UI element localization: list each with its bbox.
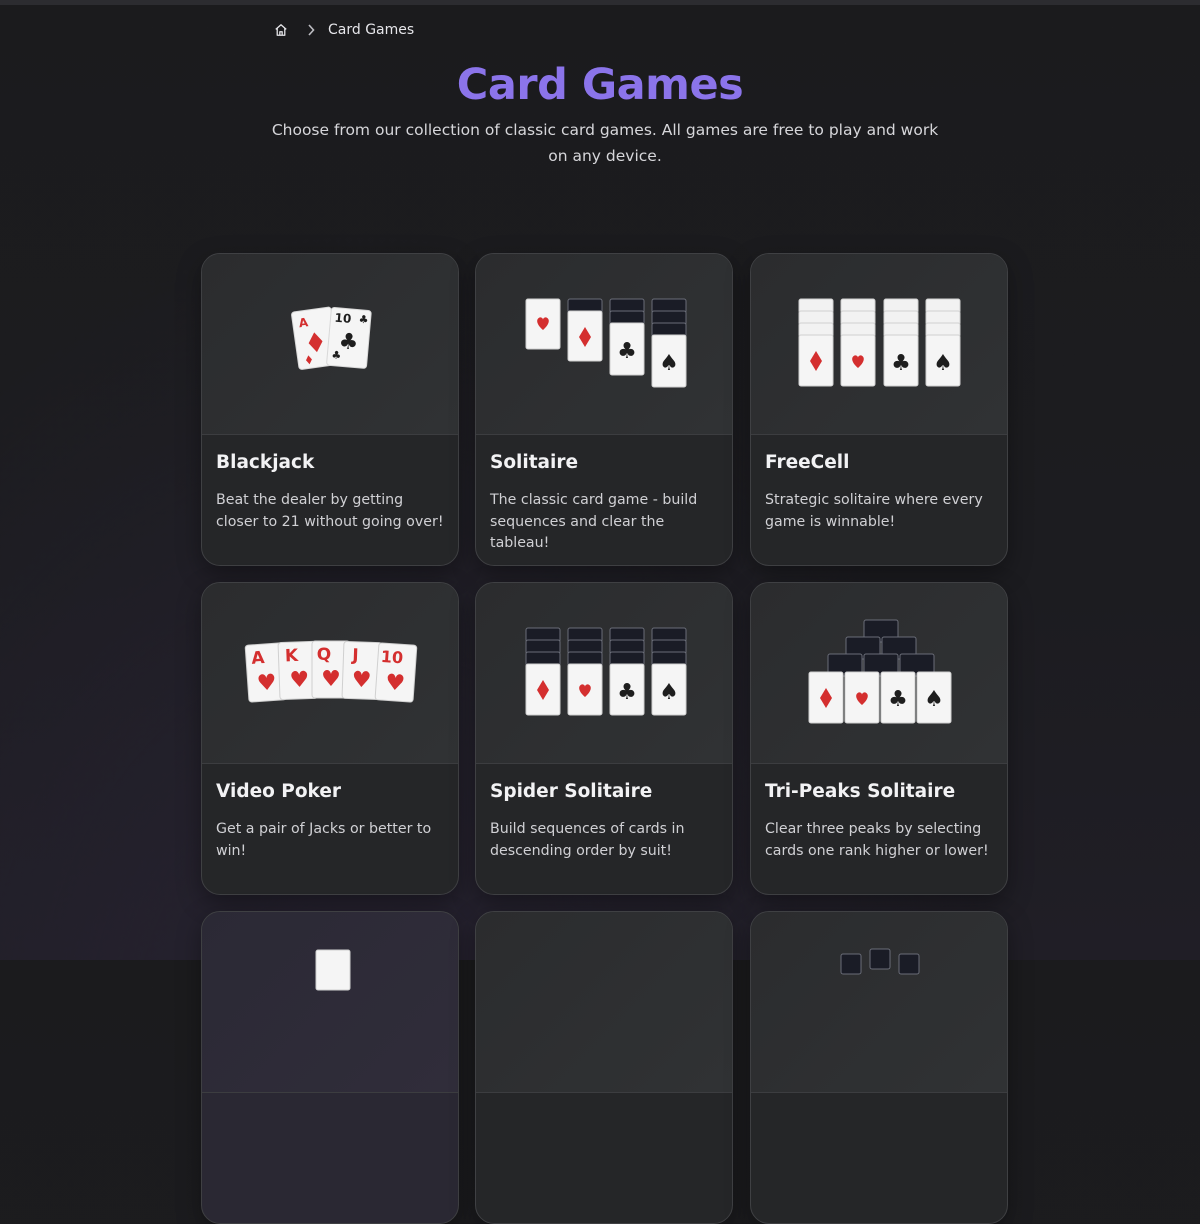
svg-text:♥: ♥ (289, 668, 310, 694)
card-rank-label: 10 (334, 311, 352, 326)
game-card-image (476, 912, 732, 1093)
card-stack-icon (315, 949, 351, 991)
game-card-description: The classic card game - build sequences … (490, 492, 698, 551)
breadcrumb-current: Card Games (328, 22, 415, 38)
tripeaks-pyramid-icon: ♣ ♠ (808, 619, 952, 724)
game-card-image: A ♥ K ♥ Q ♥ J ♥ 10 ♥ (202, 583, 458, 764)
top-bar (0, 0, 1200, 5)
poker-royal-flush-icon: A ♥ K ♥ Q ♥ J ♥ 10 ♥ (244, 640, 418, 703)
game-card-image: ♣ ♠ (751, 583, 1007, 764)
game-card-title: Spider Solitaire (490, 781, 653, 802)
svg-text:♠: ♠ (924, 687, 944, 712)
game-card-freecell[interactable]: ♣ ♠ FreeCell Strategic solitaire where e… (750, 253, 1008, 566)
svg-text:♥: ♥ (256, 670, 277, 696)
svg-text:♣: ♣ (358, 313, 369, 327)
game-card-image: ♣ ♠ (476, 254, 732, 435)
svg-text:♣: ♣ (331, 348, 342, 362)
game-card-title: FreeCell (765, 452, 850, 473)
game-card-partial[interactable] (750, 911, 1008, 1224)
freecell-columns-icon: ♣ ♠ (798, 298, 961, 387)
game-card-description: Beat the dealer by getting closer to 21 … (216, 492, 444, 530)
game-card-image: ♣ ♠ (476, 583, 732, 764)
chevron-right-icon (307, 24, 315, 36)
game-card-partial[interactable] (201, 911, 459, 1224)
game-card-partial[interactable] (475, 911, 733, 1224)
svg-text:♥: ♥ (351, 668, 372, 694)
game-card-description: Clear three peaks by selecting cards one… (765, 821, 989, 859)
svg-text:♣: ♣ (617, 339, 637, 364)
svg-text:♣: ♣ (891, 351, 911, 376)
page-title: Card Games (456, 60, 744, 110)
card-stack-icon (840, 948, 920, 975)
game-card-solitaire[interactable]: ♣ ♠ Solitaire The classic card game - bu… (475, 253, 733, 566)
game-card-tri-peaks-solitaire[interactable]: ♣ ♠ Tri-Peaks Solitaire Clear three peak… (750, 582, 1008, 895)
game-card-description: Build sequences of cards in descending o… (490, 821, 685, 859)
game-card-description: Strategic solitaire where every game is … (765, 492, 983, 530)
spider-columns-icon: ♣ ♠ (525, 627, 687, 716)
svg-text:♣: ♣ (888, 687, 908, 712)
svg-text:♣: ♣ (617, 680, 637, 705)
page-subtitle: Choose from our collection of classic ca… (271, 121, 939, 165)
svg-text:♥: ♥ (384, 670, 405, 696)
game-card-image (202, 912, 458, 1093)
svg-text:♠: ♠ (659, 351, 679, 376)
blackjack-cards-icon: A 10 ♣ ♣ ♣ (291, 306, 372, 370)
home-icon (275, 24, 287, 36)
card-rank-label: J (351, 646, 359, 666)
game-card-title: Blackjack (216, 452, 315, 473)
solitaire-tableau-icon: ♣ ♠ (525, 298, 687, 388)
game-card-description: Get a pair of Jacks or better to win! (216, 821, 432, 859)
game-card-spider-solitaire[interactable]: ♣ ♠ Spider Solitaire Build sequences of … (475, 582, 733, 895)
game-card-image (751, 912, 1007, 1093)
svg-text:♠: ♠ (659, 680, 679, 705)
svg-text:♥: ♥ (321, 667, 341, 692)
card-rank-label: Q (317, 645, 331, 665)
card-rank-label: K (285, 646, 300, 666)
game-card-image: A 10 ♣ ♣ ♣ (202, 254, 458, 435)
card-rank-label: 10 (380, 647, 404, 668)
game-card-blackjack[interactable]: A 10 ♣ ♣ ♣ Blackjack Beat the dealer by … (201, 253, 459, 566)
breadcrumb: Card Games (274, 22, 414, 38)
home-link[interactable] (274, 23, 288, 37)
game-card-title: Tri-Peaks Solitaire (765, 781, 956, 802)
card-rank-label: A (251, 648, 266, 669)
game-card-title: Video Poker (216, 781, 342, 802)
game-card-video-poker[interactable]: A ♥ K ♥ Q ♥ J ♥ 10 ♥ Video Poker Get a p… (201, 582, 459, 895)
game-card-title: Solitaire (490, 452, 579, 473)
svg-text:♠: ♠ (933, 351, 953, 376)
game-card-image: ♣ ♠ (751, 254, 1007, 435)
